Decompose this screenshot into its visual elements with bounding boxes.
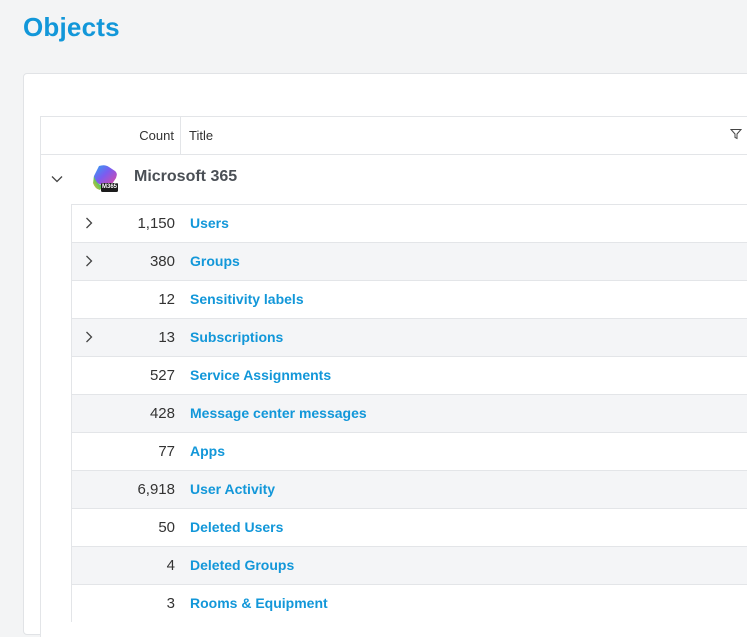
- row-count: 380: [149, 253, 175, 270]
- row-title-link[interactable]: Message center messages: [190, 405, 367, 421]
- row-title-link[interactable]: Users: [190, 215, 229, 231]
- column-header-count[interactable]: Count: [139, 128, 174, 143]
- row-count: 6,918: [137, 481, 175, 498]
- table-row[interactable]: 13 Subscriptions: [71, 318, 747, 356]
- page-title: Objects: [23, 12, 120, 42]
- objects-table: Count Title M365 Microsoft 365 1,150 Use…: [40, 116, 747, 637]
- row-count: 13: [158, 329, 175, 346]
- chevron-right-icon[interactable]: [82, 254, 96, 268]
- row-count: 527: [149, 367, 175, 384]
- row-title-link[interactable]: Service Assignments: [190, 367, 331, 383]
- table-row[interactable]: 527 Service Assignments: [71, 356, 747, 394]
- row-title-link[interactable]: Subscriptions: [190, 329, 283, 345]
- filter-icon[interactable]: [730, 128, 742, 140]
- chevron-right-icon[interactable]: [82, 330, 96, 344]
- row-title-link[interactable]: Groups: [190, 253, 240, 269]
- column-header-title[interactable]: Title: [189, 128, 213, 143]
- row-count: 4: [166, 557, 175, 574]
- logo-badge-text: M365: [102, 184, 118, 190]
- table-row[interactable]: 4 Deleted Groups: [71, 546, 747, 584]
- chevron-right-icon[interactable]: [82, 216, 96, 230]
- table-row[interactable]: 77 Apps: [71, 432, 747, 470]
- row-title-link[interactable]: Rooms & Equipment: [190, 595, 328, 611]
- table-header: Count Title: [41, 117, 747, 155]
- row-count: 1,150: [137, 215, 175, 232]
- group-row-microsoft-365[interactable]: M365 Microsoft 365: [41, 155, 747, 204]
- row-title-link[interactable]: Deleted Groups: [190, 557, 294, 573]
- column-divider: [180, 117, 181, 154]
- table-row[interactable]: 12 Sensitivity labels: [71, 280, 747, 318]
- table-row[interactable]: 6,918 User Activity: [71, 470, 747, 508]
- chevron-down-icon[interactable]: [50, 172, 64, 186]
- table-row[interactable]: 428 Message center messages: [71, 394, 747, 432]
- row-count: 3: [166, 595, 175, 612]
- table-row[interactable]: 3 Rooms & Equipment: [71, 584, 747, 622]
- row-count: 77: [158, 443, 175, 460]
- row-count: 12: [158, 291, 175, 308]
- group-label: Microsoft 365: [134, 168, 238, 185]
- row-title-link[interactable]: Apps: [190, 443, 225, 459]
- table-row[interactable]: 380 Groups: [71, 242, 747, 280]
- object-rows: 1,150 Users 380 Groups 12 Sensitivity labels 1…: [71, 204, 747, 622]
- row-title-link[interactable]: Sensitivity labels: [190, 291, 304, 307]
- row-count: 50: [158, 519, 175, 536]
- table-row[interactable]: 50 Deleted Users: [71, 508, 747, 546]
- row-title-link[interactable]: Deleted Users: [190, 519, 283, 535]
- row-count: 428: [149, 405, 175, 422]
- row-title-link[interactable]: User Activity: [190, 481, 275, 497]
- table-row[interactable]: 1,150 Users: [71, 204, 747, 242]
